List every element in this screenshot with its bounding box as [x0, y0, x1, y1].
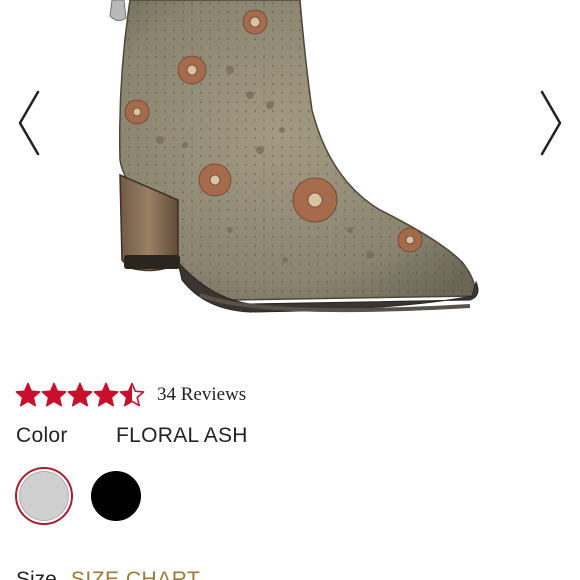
size-chart-link[interactable]: SIZE CHART — [71, 568, 200, 580]
swatch-color-floral-ash — [19, 471, 69, 521]
previous-image-button[interactable] — [16, 88, 42, 158]
selected-color-value: FLORAL ASH — [116, 424, 248, 447]
product-page: 34 Reviews Color FLORAL ASH Size SIZE CH… — [0, 0, 580, 580]
star-full-icon — [15, 382, 41, 407]
reviews-link[interactable]: 34 Reviews — [157, 384, 246, 406]
color-swatches — [15, 467, 159, 525]
star-full-icon — [93, 382, 119, 407]
product-gallery[interactable] — [0, 0, 580, 360]
star-half-icon — [119, 382, 145, 407]
chevron-left-icon — [18, 90, 40, 156]
product-image — [109, 0, 479, 313]
size-label: Size — [16, 568, 57, 580]
rating-row: 34 Reviews — [15, 380, 246, 410]
swatch-black[interactable] — [87, 467, 145, 525]
star-full-icon — [41, 382, 67, 407]
swatch-color-black — [91, 471, 141, 521]
star-full-icon — [67, 382, 93, 407]
next-image-button[interactable] — [538, 88, 564, 158]
color-label: Color — [16, 424, 68, 447]
color-row: Color FLORAL ASH — [16, 424, 248, 448]
size-row: Size SIZE CHART — [16, 568, 200, 580]
star-rating — [15, 382, 145, 408]
swatch-floral-ash[interactable] — [15, 467, 73, 525]
chevron-right-icon — [540, 90, 562, 156]
